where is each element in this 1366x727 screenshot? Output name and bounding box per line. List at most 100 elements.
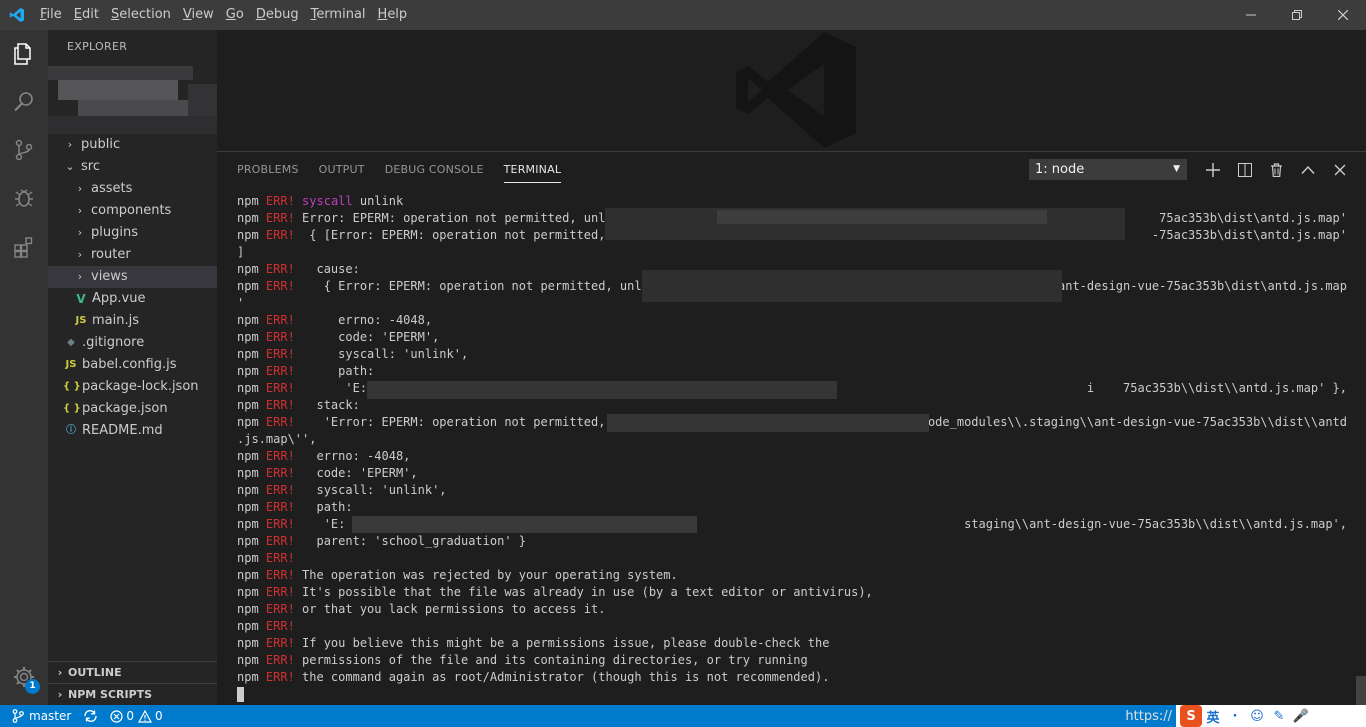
split-terminal-icon[interactable] xyxy=(1234,159,1256,181)
manage-gear-icon[interactable]: 1 xyxy=(0,657,48,697)
maximize-panel-chevron-up-icon[interactable] xyxy=(1297,159,1319,181)
readme-info-icon: ⓘ xyxy=(66,425,76,436)
terminal-line: npm ERR! xyxy=(237,551,295,565)
tab-problems[interactable]: PROBLEMS xyxy=(227,152,309,187)
debug-icon[interactable] xyxy=(0,174,48,222)
handwriting-icon[interactable]: ✎ xyxy=(1268,705,1290,727)
tree-item-label: .gitignore xyxy=(82,335,145,350)
tree-item-package-json[interactable]: { } package.json xyxy=(48,398,217,420)
tree-item-readme-md[interactable]: ⓘ README.md xyxy=(48,420,217,442)
menu-edit[interactable]: Edit xyxy=(68,0,105,30)
terminal-scrollbar[interactable] xyxy=(1356,676,1366,706)
terminal-line: npm ERR! or that you lack permissions to… xyxy=(237,602,606,616)
terminal-line: npm ERR! xyxy=(237,619,295,633)
tree-item-label: App.vue xyxy=(92,291,146,306)
tree-item-public[interactable]: › public xyxy=(48,134,217,156)
tree-item-plugins[interactable]: › plugins xyxy=(48,222,217,244)
terminal-cursor xyxy=(237,687,244,702)
tree-item-package-lock-json[interactable]: { } package-lock.json xyxy=(48,376,217,398)
redaction-blur xyxy=(367,381,837,399)
tree-item-router[interactable]: › router xyxy=(48,244,217,266)
tab-terminal[interactable]: TERMINAL xyxy=(494,152,572,187)
trash-icon[interactable] xyxy=(1265,159,1287,181)
terminal-line: npm ERR! syscall: 'unlink', xyxy=(237,347,469,361)
menu-view[interactable]: View xyxy=(177,0,220,30)
chevron-right-icon: › xyxy=(77,270,83,283)
terminal-line-tail: -75ac353b\dist\antd.js.map' xyxy=(1151,228,1347,242)
tab-output[interactable]: OUTPUT xyxy=(309,152,375,187)
terminal-line: npm ERR! code: 'EPERM', xyxy=(237,466,418,480)
activity-bar: 1 xyxy=(0,30,48,705)
redaction-blur xyxy=(642,270,1062,302)
terminal-line: npm ERR! stack: xyxy=(237,398,360,412)
tree-item-assets[interactable]: › assets xyxy=(48,178,217,200)
source-control-icon[interactable] xyxy=(0,126,48,174)
tree-item-components[interactable]: › components xyxy=(48,200,217,222)
emoji-icon[interactable]: ☺ xyxy=(1246,705,1268,727)
tree-item-label: components xyxy=(91,203,172,218)
tree-item-views[interactable]: › views xyxy=(48,266,217,288)
outline-section[interactable]: › OUTLINE xyxy=(48,661,217,683)
json-file-icon: { } xyxy=(63,381,81,392)
vue-file-icon: V xyxy=(76,292,86,306)
terminal-line: npm ERR! permissions of the file and its… xyxy=(237,653,808,667)
tab-terminal-label: TERMINAL xyxy=(503,163,562,183)
tree-item-babel-config-js[interactable]: JS babel.config.js xyxy=(48,354,217,376)
menu-go[interactable]: Go xyxy=(220,0,250,30)
minimize-button[interactable] xyxy=(1228,0,1274,30)
tree-item-label: README.md xyxy=(82,423,163,438)
menu-terminal[interactable]: Terminal xyxy=(305,0,372,30)
extensions-icon[interactable] xyxy=(0,222,48,270)
terminal-line: npm ERR! parent: 'school_graduation' } xyxy=(237,534,526,548)
npm-scripts-section[interactable]: › NPM SCRIPTS xyxy=(48,683,217,705)
tree-item-label: views xyxy=(91,269,128,284)
file-tree: › public ⌄ src › assets › components › plugins › ro… xyxy=(48,134,217,442)
close-panel-icon[interactable] xyxy=(1329,159,1351,181)
new-terminal-plus-icon[interactable] xyxy=(1202,159,1224,181)
sogou-logo-icon[interactable]: S xyxy=(1180,705,1202,727)
explorer-title: EXPLORER xyxy=(67,40,128,53)
sync-icon[interactable] xyxy=(77,705,104,727)
menu-selection[interactable]: Selection xyxy=(105,0,177,30)
bottom-panel: PROBLEMS OUTPUT DEBUG CONSOLE TERMINAL 1… xyxy=(217,151,1366,706)
tree-item-gitignore[interactable]: ◆ .gitignore xyxy=(48,332,217,354)
js-file-icon: JS xyxy=(75,315,87,326)
tree-item-app-vue[interactable]: V App.vue xyxy=(48,288,217,310)
terminal-line: npm ERR! the command again as root/Admin… xyxy=(237,670,830,684)
chevron-right-icon: › xyxy=(77,204,83,217)
gitignore-file-icon: ◆ xyxy=(67,337,75,348)
tab-debug-console[interactable]: DEBUG CONSOLE xyxy=(375,152,494,187)
search-icon[interactable] xyxy=(0,78,48,126)
problems-status[interactable]: 0 0 xyxy=(104,705,168,727)
terminal-line: .js.map\'', xyxy=(237,432,317,446)
microphone-icon[interactable]: 🎤 xyxy=(1290,705,1312,727)
language-toggle-icon[interactable]: 英 xyxy=(1202,705,1224,727)
watermark-url: https:// xyxy=(1125,708,1172,724)
status-bar: master 0 0 https:// S 英 · ☺ ✎ 🎤 xyxy=(0,705,1366,727)
tree-item-src[interactable]: ⌄ src xyxy=(48,156,217,178)
tree-item-label: src xyxy=(81,159,100,174)
close-window-button[interactable] xyxy=(1320,0,1366,30)
branch-status[interactable]: master xyxy=(0,705,77,727)
punctuation-icon[interactable]: · xyxy=(1224,705,1246,727)
terminal-line: npm ERR! path: xyxy=(237,364,375,378)
tree-item-label: babel.config.js xyxy=(82,357,177,372)
restore-button[interactable] xyxy=(1274,0,1320,30)
tree-item-label: plugins xyxy=(91,225,138,240)
editor-area xyxy=(217,30,1366,151)
tree-item-main-js[interactable]: JS main.js xyxy=(48,310,217,332)
terminal-select[interactable]: 1: node ▼ xyxy=(1029,159,1187,180)
terminal-line-tail: 75ac353b\dist\antd.js.map' xyxy=(1159,211,1347,225)
terminal-line-tail: node_modules\\.staging\\ant-design-vue-7… xyxy=(920,415,1347,429)
explorer-sidebar: EXPLORER › public ⌄ src › assets › components › p… xyxy=(48,30,217,705)
warning-icon xyxy=(137,709,152,723)
tab-output-label: OUTPUT xyxy=(318,163,365,176)
npm-scripts-label: NPM SCRIPTS xyxy=(68,687,153,701)
menu-help[interactable]: Help xyxy=(372,0,414,30)
outline-label: OUTLINE xyxy=(68,665,122,679)
menu-debug[interactable]: Debug xyxy=(250,0,305,30)
chevron-down-icon: ⌄ xyxy=(65,160,75,173)
terminal-line: npm ERR! If you believe this might be a … xyxy=(237,636,830,650)
menu-file[interactable]: File xyxy=(34,0,68,30)
files-icon[interactable] xyxy=(0,30,48,78)
